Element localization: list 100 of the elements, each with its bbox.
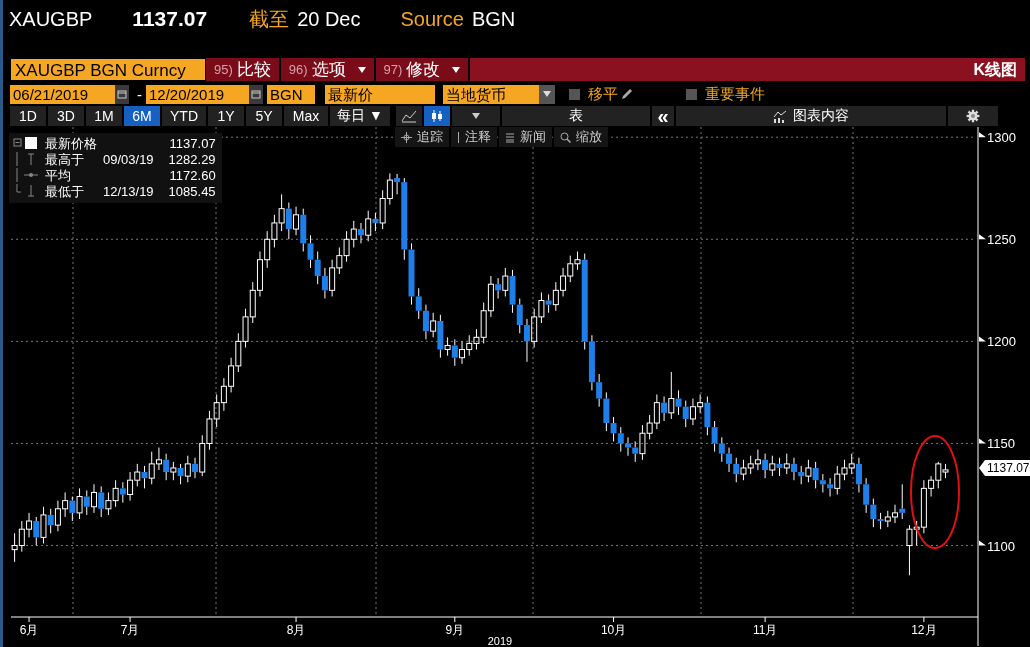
x-axis-label: 10月	[600, 623, 627, 637]
candlestick	[588, 334, 595, 391]
candlestick	[90, 483, 97, 514]
source-field[interactable]: BGN	[267, 84, 315, 104]
candlestick	[863, 477, 870, 514]
legend-value: 1282.29	[167, 152, 216, 168]
legend-value: 1085.45	[167, 184, 216, 200]
candlestick	[415, 287, 422, 320]
period-tab[interactable]: 1Y	[208, 106, 244, 126]
candlestick	[711, 420, 718, 453]
search-icon	[560, 131, 571, 143]
candlestick-icon	[430, 109, 444, 123]
chart-content-button[interactable]: 图表内容	[676, 106, 946, 126]
period-tab[interactable]: YTD	[162, 106, 206, 126]
checkbox[interactable]	[686, 88, 697, 100]
option-label: 移平	[588, 84, 618, 104]
chart-tool-button[interactable]: 追踪	[395, 127, 449, 147]
candlestick-button[interactable]	[424, 106, 450, 126]
candlestick	[819, 473, 826, 493]
candlestick	[516, 298, 523, 334]
lines-icon	[505, 131, 515, 143]
y-axis-label: 1250	[987, 232, 1016, 248]
y-axis-label: 1150	[987, 436, 1015, 452]
source-label: Source	[400, 7, 464, 31]
source-value: BGN	[471, 7, 516, 31]
chart-tool-button[interactable]: 新闻	[499, 127, 552, 147]
y-axis-label: 1100	[987, 538, 1015, 554]
frequency-dropdown[interactable]: 每日 ▼	[330, 106, 390, 126]
candlestick	[307, 234, 314, 269]
price-value: 1137.07	[132, 7, 208, 31]
caret-icon	[543, 91, 551, 97]
caret-icon	[472, 113, 480, 119]
candlestick	[293, 206, 300, 236]
candlestick	[718, 436, 725, 463]
candlestick	[668, 371, 675, 420]
period-tab[interactable]: 1D	[10, 106, 46, 126]
as-of-label: 截至	[249, 6, 290, 32]
candlestick	[603, 391, 610, 432]
end-date-field[interactable]: 12/20/2019	[146, 84, 249, 104]
candlestick	[401, 177, 408, 261]
period-tab[interactable]: 3D	[48, 106, 84, 126]
gear-icon	[966, 109, 980, 123]
candlestick	[509, 269, 516, 314]
currency-field[interactable]: 当地货币	[443, 84, 539, 104]
legend-label: 平均	[45, 168, 72, 184]
legend-label: 最新价格	[45, 136, 97, 152]
x-axis-label: 9月	[445, 623, 465, 637]
x-axis-label: 11月	[752, 623, 778, 637]
pencil-icon[interactable]	[620, 87, 634, 101]
candlestick	[408, 242, 415, 306]
candlestick	[617, 426, 624, 453]
candlestick	[596, 373, 603, 408]
start-date-field[interactable]: 06/21/2019	[10, 84, 115, 104]
x-axis-title: 2019	[487, 635, 513, 646]
x-axis-label: 7月	[120, 623, 140, 637]
y-axis-label: 1200	[987, 334, 1016, 350]
calendar-button[interactable]	[249, 84, 263, 104]
x-axis-label: 6月	[19, 623, 39, 637]
legend-marker-icon	[13, 168, 39, 182]
line-chart-icon	[401, 109, 417, 123]
field-select[interactable]: 最新价	[325, 84, 435, 104]
period-tab[interactable]: 5Y	[246, 106, 282, 126]
period-tab[interactable]: 1M	[86, 106, 122, 126]
chart-type-label: K线图	[972, 60, 1018, 80]
x-axis-label: 8月	[286, 623, 306, 637]
chart-tool-button[interactable]: 注释	[451, 127, 497, 147]
more-dropdown[interactable]	[452, 106, 500, 126]
legend-date: 09/03/19	[103, 152, 154, 168]
line-chart-button[interactable]	[396, 106, 422, 126]
candlestick	[610, 416, 617, 442]
table-button[interactable]: 表	[502, 106, 650, 126]
x-axis-label: 12月	[911, 623, 937, 637]
action-button[interactable]: 96) 选项	[280, 58, 376, 81]
settings-button[interactable]	[948, 106, 998, 126]
candlestick	[625, 436, 631, 457]
chart-icon	[773, 109, 787, 123]
candlestick	[444, 336, 451, 357]
action-button[interactable]: 97) 修改	[375, 58, 471, 81]
candlestick	[675, 389, 682, 416]
as-of-date: 20 Dec	[297, 7, 361, 31]
calendar-icon	[117, 89, 127, 99]
dropdown-button[interactable]	[539, 84, 555, 104]
ticker-label: XAUGBP	[9, 7, 93, 31]
crosshair-icon	[401, 131, 412, 143]
option-label: 重要事件	[705, 84, 765, 104]
calendar-icon	[251, 89, 261, 99]
y-axis-label: 1300	[987, 130, 1016, 146]
candlestick	[870, 498, 877, 528]
period-tab[interactable]: 6M	[124, 106, 160, 126]
legend-date: 12/13/19	[103, 184, 154, 200]
security-field[interactable]: XAUGBP BGN Curncy	[10, 58, 206, 81]
bar-icon	[457, 131, 460, 143]
chart-tool-button[interactable]: 缩放	[554, 127, 608, 147]
calendar-button[interactable]	[115, 84, 129, 104]
collapse-button[interactable]: «	[652, 106, 674, 126]
last-price-label: 1137.07	[979, 460, 1030, 476]
candlestick	[726, 447, 733, 473]
action-button[interactable]: 95) 比较	[206, 58, 281, 81]
checkbox[interactable]	[569, 88, 580, 100]
period-tab[interactable]: Max	[284, 106, 328, 126]
